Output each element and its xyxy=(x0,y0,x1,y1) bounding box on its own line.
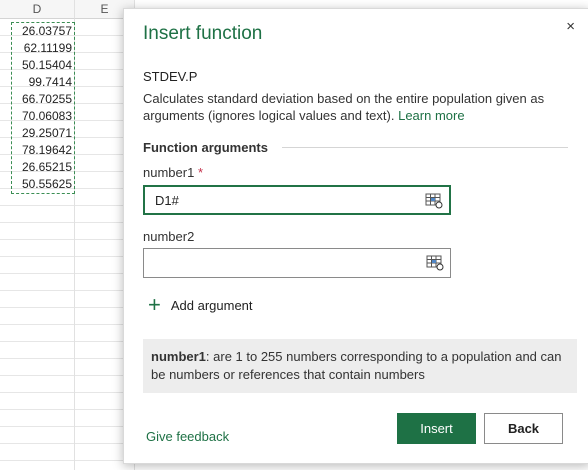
cell[interactable]: 26.03757 xyxy=(12,23,74,40)
cell[interactable]: 26.65215 xyxy=(12,159,74,176)
back-button[interactable]: Back xyxy=(484,413,563,444)
column-header-d[interactable]: D xyxy=(0,0,75,19)
argument-label: number2 xyxy=(143,229,195,244)
section-divider xyxy=(281,147,568,148)
dialog-title: Insert function xyxy=(143,23,263,44)
add-argument-button[interactable]: + Add argument xyxy=(148,292,253,317)
give-feedback-link[interactable]: Give feedback xyxy=(146,429,229,444)
cell[interactable]: 62.11199 xyxy=(12,40,74,57)
cell[interactable]: 70.06083 xyxy=(12,108,74,125)
cell[interactable]: 66.70255 xyxy=(12,91,74,108)
cell[interactable]: 50.15404 xyxy=(12,57,74,74)
learn-more-link[interactable]: Learn more xyxy=(398,108,464,123)
number1-input[interactable]: D1# xyxy=(143,185,451,215)
plus-icon: + xyxy=(148,292,161,317)
insert-function-dialog: × Insert function STDEV.P Calculates sta… xyxy=(123,8,588,464)
selected-range[interactable]: 26.03757 62.11199 50.15404 99.7414 66.70… xyxy=(11,22,75,194)
function-name: STDEV.P xyxy=(143,69,198,84)
help-term: number1 xyxy=(151,349,206,364)
description-text: Calculates standard deviation based on t… xyxy=(143,91,545,123)
add-argument-label: Add argument xyxy=(170,297,253,313)
close-icon[interactable]: × xyxy=(566,18,575,35)
function-description: Calculates standard deviation based on t… xyxy=(143,90,568,124)
number2-input[interactable] xyxy=(143,248,451,278)
cell[interactable]: 78.19642 xyxy=(12,142,74,159)
range-select-icon[interactable] xyxy=(426,255,444,271)
function-arguments-heading: Function arguments xyxy=(143,140,568,155)
argument-label: number1 xyxy=(143,165,195,180)
insert-button[interactable]: Insert xyxy=(397,413,476,444)
section-label: Function arguments xyxy=(143,140,268,155)
number1-label: number1 * xyxy=(143,165,203,180)
number1-value[interactable]: D1# xyxy=(155,187,179,213)
cell[interactable]: 29.25071 xyxy=(12,125,74,142)
argument-help: number1: are 1 to 255 numbers correspond… xyxy=(143,339,577,393)
number2-label: number2 xyxy=(143,229,194,244)
required-marker: * xyxy=(197,165,203,180)
cell[interactable]: 99.7414 xyxy=(12,74,74,91)
help-text: : are 1 to 255 numbers corresponding to … xyxy=(151,349,562,382)
range-select-icon[interactable] xyxy=(425,193,443,209)
cell[interactable]: 50.55625 xyxy=(12,176,74,193)
